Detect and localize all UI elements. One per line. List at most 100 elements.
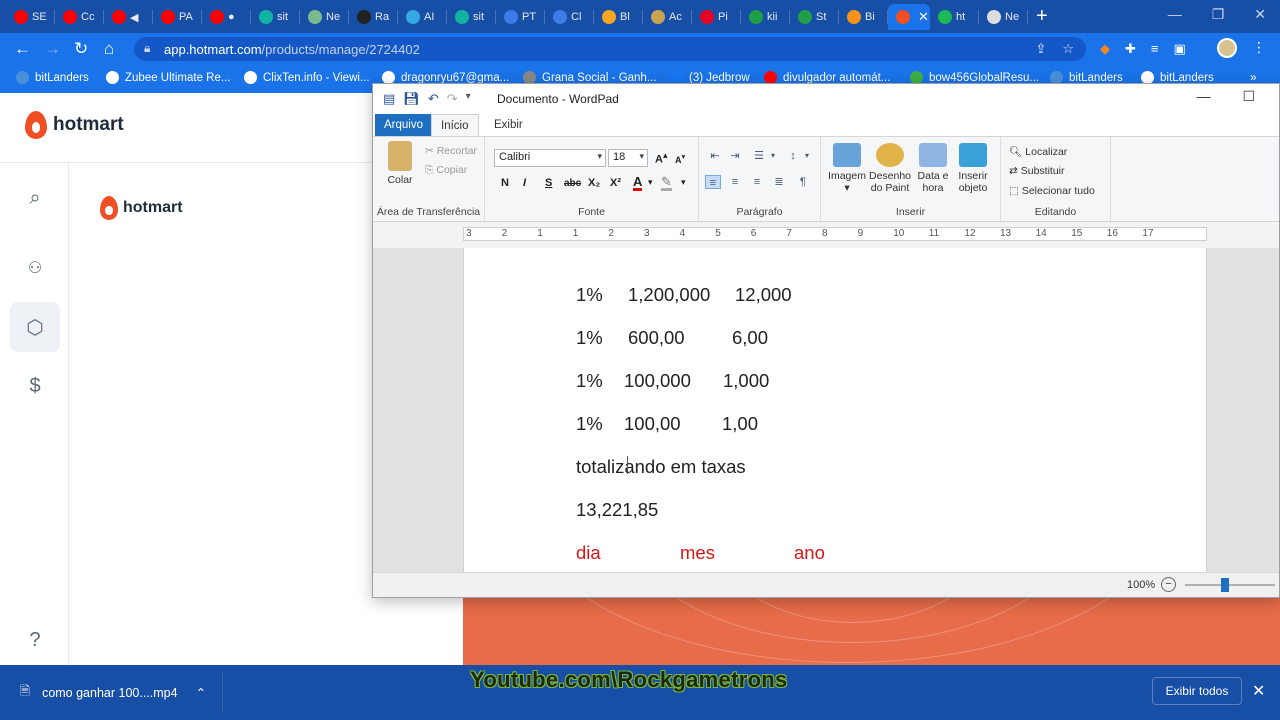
browser-tab[interactable]: Ra [349,4,398,30]
close-tab-icon[interactable]: ✕ [918,9,929,25]
browser-tab[interactable]: AI [398,4,447,30]
align-left-icon[interactable]: ≡ [705,175,721,189]
align-right-icon[interactable]: ≡ [749,175,765,189]
close-icon[interactable]: ✕ [1254,6,1266,23]
copy-button[interactable]: ⎘ Copiar [425,164,467,177]
back-icon[interactable]: ← [14,39,31,59]
bookmark-item[interactable]: ClixTen.info - Viewi... [244,71,370,84]
minimize-icon[interactable]: — [1168,6,1182,23]
cut-button[interactable]: ✂ Recortar [425,145,477,157]
bold-button[interactable]: N [501,177,509,189]
underline-button[interactable]: S [545,177,552,189]
lock-icon[interactable]: 🔒︎ [144,41,150,56]
browser-tab[interactable]: Ne [300,4,349,30]
browser-tab[interactable]: Cl [545,4,594,30]
users-icon[interactable]: ⚇ [10,243,60,293]
tab-file[interactable]: Arquivo [375,114,432,136]
menu-icon[interactable]: ⋮ [1252,39,1266,56]
browser-tab[interactable]: sit [447,4,496,30]
metamask-icon[interactable]: ◆ [1100,41,1110,57]
chevron-up-icon[interactable]: ⌃ [196,685,206,700]
tab-view[interactable]: Exibir [485,114,532,136]
forward-icon[interactable]: → [44,39,61,59]
select-all-button[interactable]: ⬚ Selecionar tudo [1009,185,1095,197]
italic-button[interactable]: I [523,177,526,189]
new-tab-button[interactable]: + [1036,5,1048,28]
dollar-icon[interactable]: $ [10,361,60,411]
browser-tab[interactable]: ◀ [104,4,153,30]
products-box-icon[interactable]: ⬡ [10,302,60,352]
paragraph-settings-icon[interactable]: ¶ [795,175,811,189]
chevron-down-icon[interactable]: ▾ [681,177,686,188]
undo-icon[interactable]: ↶ [428,91,439,107]
search-icon[interactable]: ⌕ [10,173,60,223]
help-icon[interactable]: ? [10,615,60,665]
puzzle-icon[interactable]: ✚ [1125,41,1136,57]
strikethrough-button[interactable]: abc [564,178,581,189]
browser-tab[interactable]: Bi [839,4,888,30]
browser-tab-active[interactable]: ✕ [888,4,930,30]
justify-icon[interactable]: ≣ [771,175,787,189]
insert-object-button[interactable]: Inserir objeto [953,143,993,194]
browser-tab[interactable]: sit [251,4,300,30]
browser-tab[interactable]: ht [930,4,979,30]
wordpad-app-icon[interactable]: ▤ [383,91,395,107]
browser-tab[interactable]: Ac [643,4,692,30]
subscript-button[interactable]: X₂ [588,177,600,189]
show-all-button[interactable]: Exibir todos [1152,677,1242,705]
minimize-icon[interactable]: — [1196,88,1210,105]
browser-tab[interactable]: Bl [594,4,643,30]
zoom-out-button[interactable]: − [1161,577,1176,592]
decrease-indent-icon[interactable]: ⇤ [707,149,723,163]
grow-font-icon[interactable]: A▴ [655,150,668,166]
find-button[interactable]: 🔍︎ Localizar [1009,145,1067,158]
maximize-icon[interactable]: ☐ [1242,88,1255,105]
insert-image-button[interactable]: Imagem ▾ [825,143,869,194]
zoom-slider[interactable] [1185,584,1275,586]
align-center-icon[interactable]: ≡ [727,175,743,189]
browser-tab[interactable]: Pi [692,4,741,30]
reload-icon[interactable]: ↻ [74,39,88,59]
highlight-icon[interactable]: ✎ [661,175,672,191]
chevron-down-icon[interactable]: ▾ [765,149,781,163]
replace-button[interactable]: ⇄ Substituir [1009,165,1065,177]
font-size-select[interactable]: 18 ▾ [608,149,648,167]
redo-icon[interactable]: ↷ [447,91,458,107]
close-icon[interactable]: ✕ [1252,681,1265,701]
home-icon[interactable]: ⌂ [104,39,114,59]
superscript-button[interactable]: X² [610,177,621,189]
paste-button[interactable]: Colar [381,141,419,186]
font-color-button[interactable]: A [633,175,643,191]
browser-tab[interactable]: PA [153,4,202,30]
bookmarks-overflow-icon[interactable]: » [1250,70,1257,84]
bookmark-star-icon[interactable]: ☆ [1062,41,1074,57]
bookmark-item[interactable]: bitLanders [16,71,89,84]
bookmark-item[interactable]: Zubee Ultimate Re... [106,71,230,84]
browser-tab[interactable]: Ne [979,4,1028,30]
chevron-down-icon[interactable]: ▾ [648,177,653,188]
datetime-button[interactable]: Data e hora [915,143,951,194]
browser-tab[interactable]: ● [202,4,251,30]
chevron-down-icon[interactable]: ▾ [799,149,815,163]
hotmart-logo[interactable]: hotmart [25,111,124,139]
side-panel-icon[interactable]: ▣ [1174,41,1186,57]
restore-icon[interactable]: ❐ [1212,6,1225,23]
tab-home[interactable]: Início [431,114,479,136]
customize-qat-icon[interactable]: ▾ [466,91,471,107]
shrink-font-icon[interactable]: A▾ [675,152,685,165]
document-page[interactable]: 1% 1,200,000 12,000 1% 600,00 6,00 1% 10… [463,248,1207,572]
reading-list-icon[interactable]: ≡ [1151,41,1159,57]
save-icon[interactable]: 💾︎ [403,91,420,107]
browser-tab[interactable]: St [790,4,839,30]
address-bar[interactable]: 🔒︎ app.hotmart.com/products/manage/27244… [134,37,1086,61]
browser-tab[interactable]: Cc [55,4,104,30]
zoom-slider-thumb[interactable] [1221,578,1229,592]
download-item[interactable]: 🗎︎ como ganhar 100....mp4 ⌃ [20,682,206,703]
url-text[interactable]: app.hotmart.com/products/manage/2724402 [164,42,420,57]
browser-tab[interactable]: kii [741,4,790,30]
share-icon[interactable]: ⇪ [1035,41,1046,57]
browser-tab[interactable]: PT [496,4,545,30]
paint-drawing-button[interactable]: Desenho do Paint [867,143,913,194]
browser-tab[interactable]: SE [6,4,55,30]
profile-avatar[interactable] [1217,38,1237,58]
